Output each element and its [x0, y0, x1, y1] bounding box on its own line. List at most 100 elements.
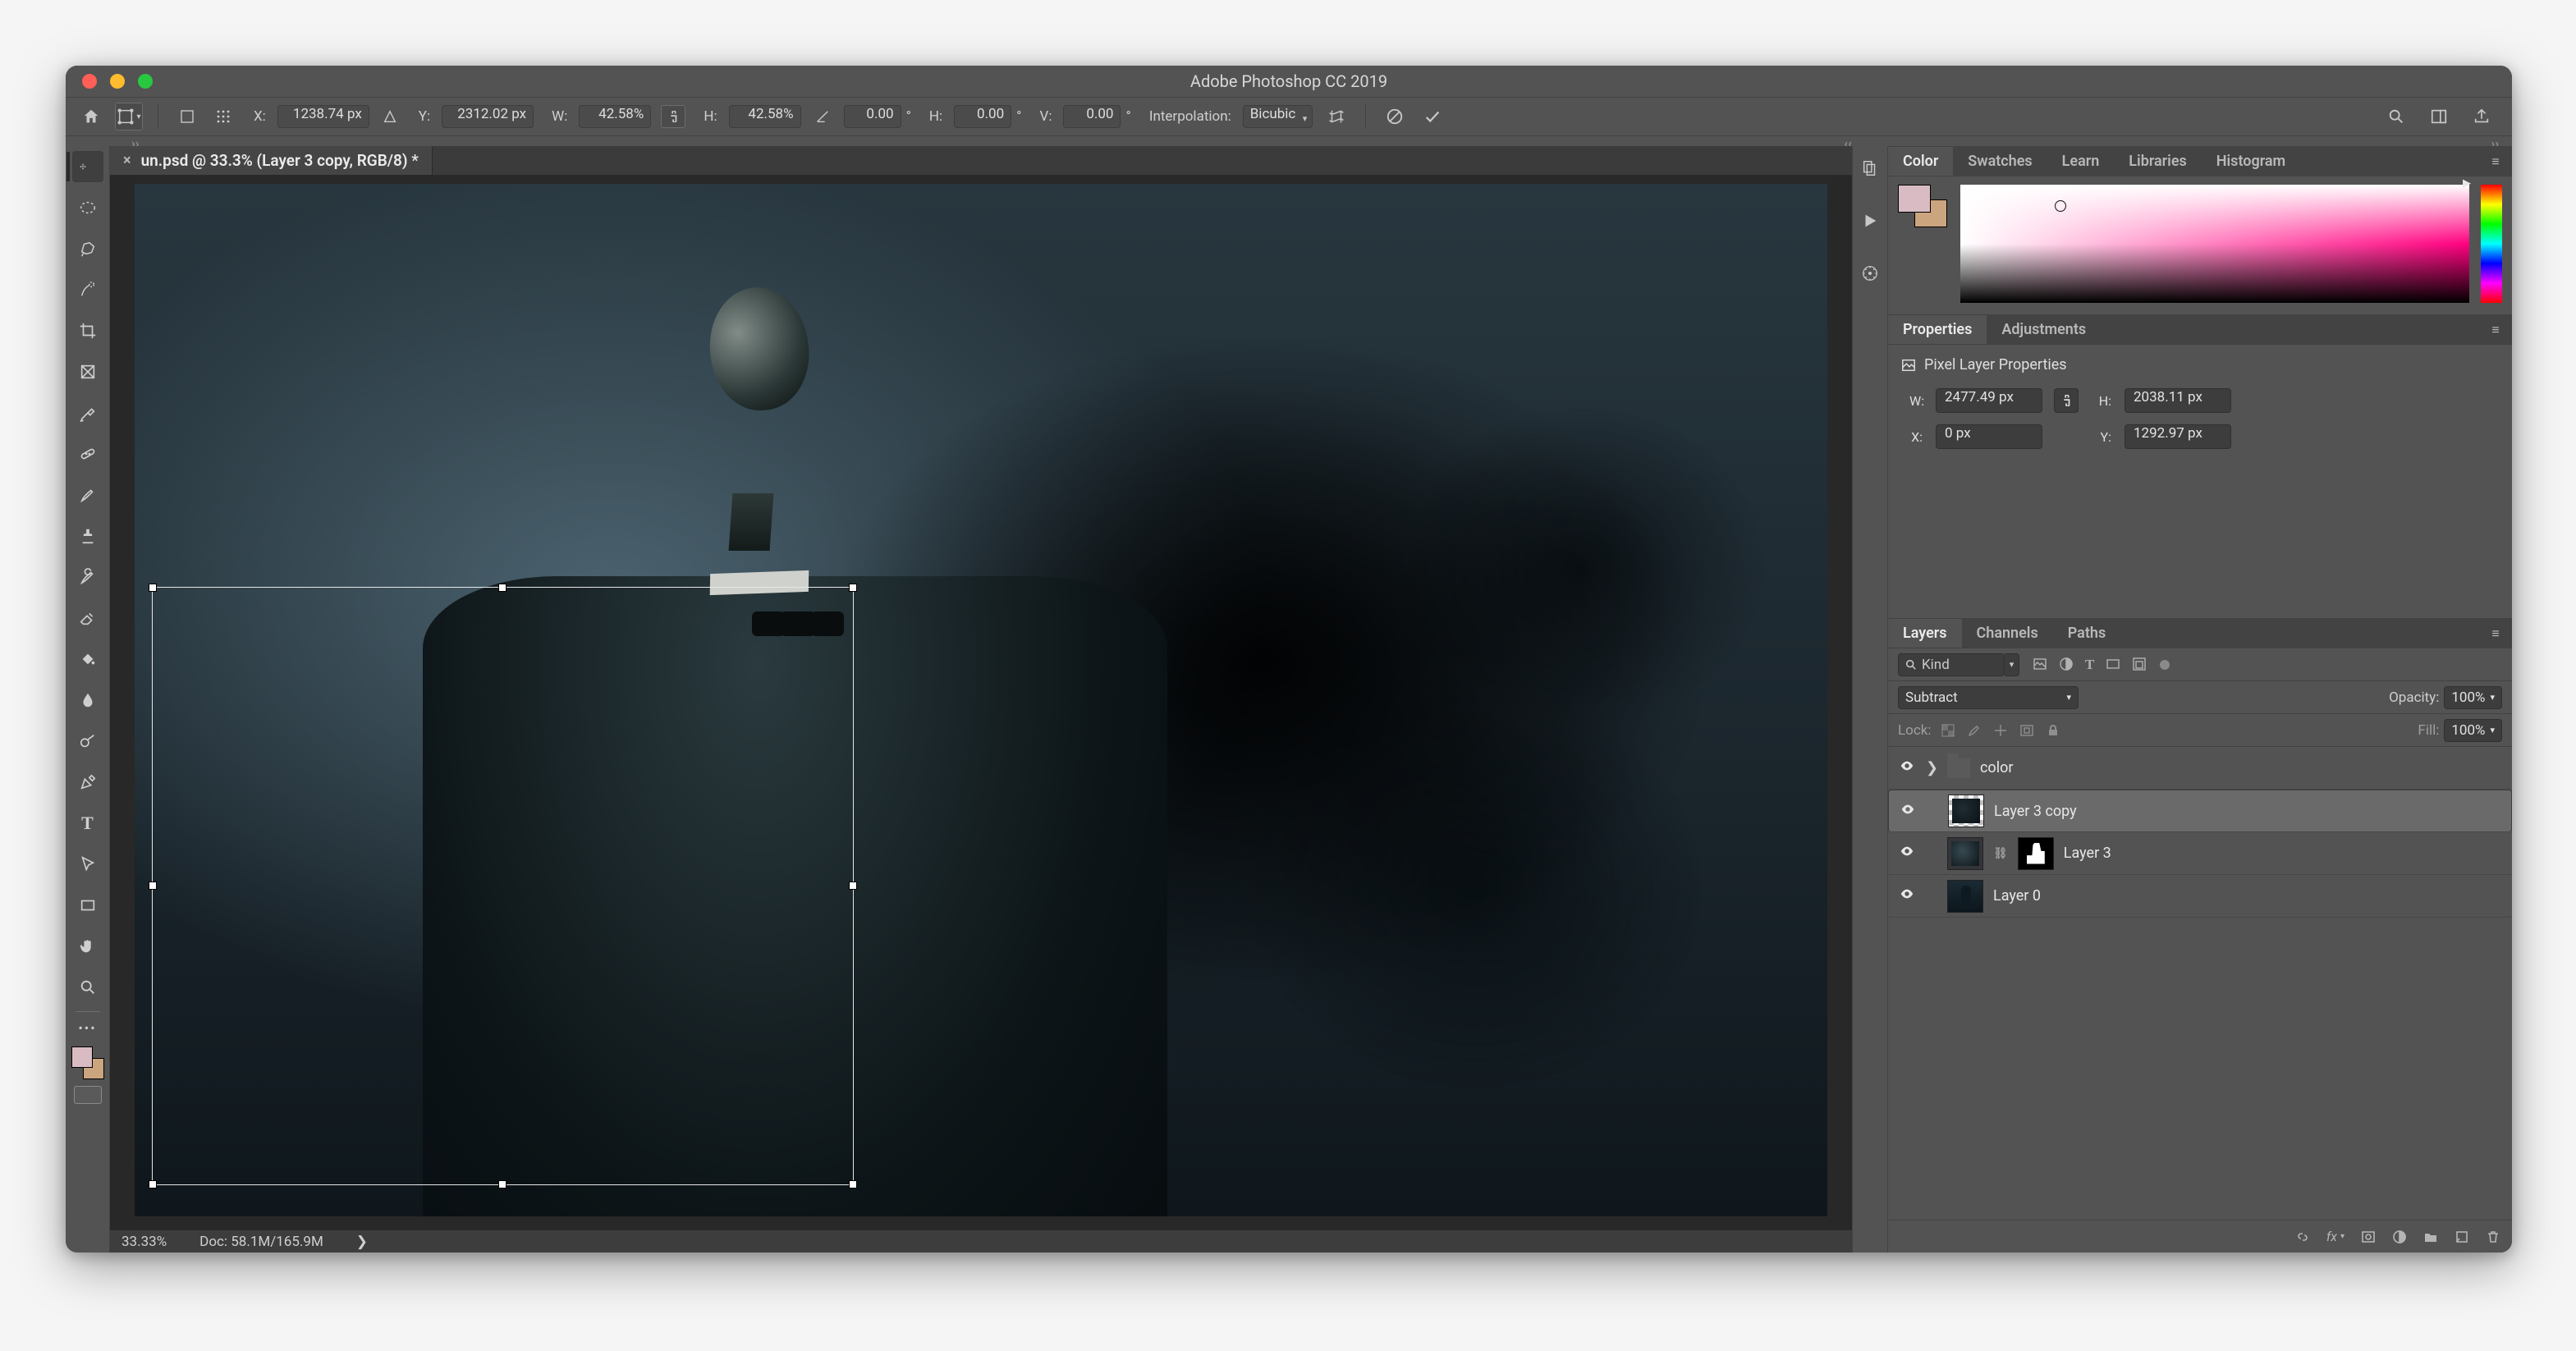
color-spectrum[interactable]: ▶	[1960, 185, 2469, 303]
clone-stamp-tool[interactable]	[72, 520, 103, 552]
warp-mode-button[interactable]	[1322, 103, 1350, 131]
history-brush-tool[interactable]	[72, 561, 103, 593]
cancel-transform-button[interactable]	[1381, 103, 1409, 131]
x-input[interactable]: 1238.74 px	[277, 105, 369, 128]
layer-mask-thumbnail[interactable]	[2018, 837, 2054, 870]
eraser-tool[interactable]	[72, 602, 103, 634]
navigator-panel-toggle[interactable]	[1856, 259, 1884, 287]
transform-tool-preset[interactable]: ▾	[115, 103, 143, 131]
h-input[interactable]: 42.58%	[729, 105, 801, 128]
edit-toolbar[interactable]: •••	[72, 1019, 103, 1037]
filter-shape-icon[interactable]	[2106, 657, 2120, 671]
shape-tool[interactable]	[72, 890, 103, 921]
filter-pixel-icon[interactable]	[2033, 657, 2047, 671]
new-layer-icon[interactable]	[2455, 1230, 2469, 1244]
aspect-lock-toggle[interactable]	[661, 105, 685, 128]
layer-thumbnail[interactable]	[1947, 880, 1983, 913]
hand-tool[interactable]	[72, 931, 103, 962]
close-icon[interactable]: ×	[123, 152, 131, 169]
healing-brush-tool[interactable]	[72, 438, 103, 469]
transform-handle-mr[interactable]	[849, 882, 857, 890]
eyedropper-tool[interactable]	[72, 397, 103, 428]
actions-panel-toggle[interactable]	[1856, 207, 1884, 235]
layer-name[interactable]: color	[1980, 759, 2013, 776]
tab-channels[interactable]: Channels	[1962, 619, 2053, 648]
layer-thumbnail[interactable]	[1947, 837, 1983, 870]
gradient-tool[interactable]	[72, 643, 103, 675]
home-button[interactable]	[77, 103, 105, 131]
filter-adjustment-icon[interactable]	[2059, 657, 2074, 671]
adjustment-layer-icon[interactable]	[2392, 1230, 2407, 1244]
color-fg-bg[interactable]	[1898, 185, 1949, 303]
layers-panel-menu[interactable]: ≡	[2479, 619, 2512, 648]
tab-properties[interactable]: Properties	[1888, 315, 1987, 344]
transform-handle-bl[interactable]	[149, 1180, 157, 1188]
foreground-background-swatches[interactable]	[71, 1046, 104, 1079]
filter-smart-icon[interactable]	[2132, 657, 2147, 671]
filter-toggle[interactable]	[2160, 660, 2170, 670]
pen-tool[interactable]	[72, 767, 103, 798]
y-input[interactable]: 2312.02 px	[442, 105, 534, 128]
interpolation-select[interactable]: Bicubic ▾	[1243, 105, 1313, 128]
transform-handle-tl[interactable]	[149, 584, 157, 592]
fx-button[interactable]: fx	[2326, 1229, 2337, 1244]
prop-y-input[interactable]: 1292.97 px	[2125, 424, 2231, 449]
canvas-viewport[interactable]: 33.33% Doc: 58.1M/165.9M ❯	[110, 176, 1852, 1253]
brush-tool[interactable]	[72, 479, 103, 511]
move-tool[interactable]	[72, 151, 103, 182]
add-mask-icon[interactable]	[2361, 1230, 2376, 1244]
color-panel-menu[interactable]: ≡	[2479, 147, 2512, 176]
lock-transparent-icon[interactable]	[1941, 723, 1955, 738]
visibility-toggle[interactable]	[1899, 802, 1917, 821]
prop-w-input[interactable]: 2477.49 px	[1936, 388, 2042, 413]
filter-type-icon[interactable]: T	[2085, 657, 2094, 673]
transform-handle-bc[interactable]	[498, 1180, 506, 1188]
share-button[interactable]	[2468, 103, 2496, 131]
document-tab[interactable]: × un.psd @ 33.3% (Layer 3 copy, RGB/8) *	[110, 146, 433, 175]
fg-color-chip[interactable]	[1898, 185, 1931, 213]
tab-learn[interactable]: Learn	[2047, 147, 2115, 176]
marquee-tool[interactable]	[72, 192, 103, 223]
layer-filter-select[interactable]: Kind	[1898, 653, 2005, 676]
lock-position-icon[interactable]	[1993, 723, 2008, 738]
tab-swatches[interactable]: Swatches	[1953, 147, 2047, 176]
skew-h-input[interactable]: 0.00	[954, 105, 1011, 128]
prop-link-toggle[interactable]	[2054, 388, 2079, 413]
new-group-icon[interactable]	[2423, 1230, 2438, 1244]
layer-filter-pull[interactable]: ▾	[2005, 653, 2019, 676]
w-input[interactable]: 42.58%	[579, 105, 651, 128]
skew-v-input[interactable]: 0.00	[1063, 105, 1121, 128]
tab-color[interactable]: Color	[1888, 147, 1953, 176]
lock-all-icon[interactable]	[2046, 723, 2060, 738]
search-button[interactable]	[2382, 103, 2410, 131]
transform-handle-tr[interactable]	[849, 584, 857, 592]
layers-list[interactable]: ❯ color ❯ Layer 3 copy ❯ ⛓	[1888, 747, 2512, 1220]
tab-histogram[interactable]: Histogram	[2202, 147, 2300, 176]
zoom-tool[interactable]	[72, 972, 103, 1003]
frame-tool[interactable]	[72, 356, 103, 387]
blur-tool[interactable]	[72, 685, 103, 716]
link-layers-icon[interactable]	[2295, 1230, 2310, 1244]
prop-x-input[interactable]: 0 px	[1936, 424, 2042, 449]
transform-bounding-box[interactable]	[152, 587, 855, 1186]
reference-point-grid[interactable]	[211, 103, 236, 131]
tab-layers[interactable]: Layers	[1888, 619, 1962, 648]
history-panel-toggle[interactable]	[1856, 154, 1884, 182]
tab-libraries[interactable]: Libraries	[2114, 147, 2201, 176]
workspace-switcher[interactable]	[2425, 103, 2453, 131]
quick-mask-toggle[interactable]	[74, 1086, 102, 1104]
trash-icon[interactable]	[2486, 1230, 2500, 1244]
tab-adjustments[interactable]: Adjustments	[1987, 315, 2101, 344]
spectrum-cursor[interactable]	[2055, 200, 2066, 212]
visibility-toggle[interactable]	[1898, 844, 1916, 863]
type-tool[interactable]: T	[72, 808, 103, 839]
relative-positioning-toggle[interactable]	[379, 103, 401, 131]
layer-thumbnail[interactable]	[1948, 795, 1984, 827]
transform-handle-ml[interactable]	[149, 882, 157, 890]
layer-item-selected[interactable]: ❯ Layer 3 copy	[1888, 790, 2512, 832]
crop-tool[interactable]	[72, 315, 103, 346]
lock-image-icon[interactable]	[1967, 723, 1982, 738]
visibility-toggle[interactable]	[1898, 886, 1916, 905]
foreground-color-swatch[interactable]	[71, 1046, 93, 1068]
disclosure-triangle[interactable]: ❯	[1926, 759, 1937, 776]
